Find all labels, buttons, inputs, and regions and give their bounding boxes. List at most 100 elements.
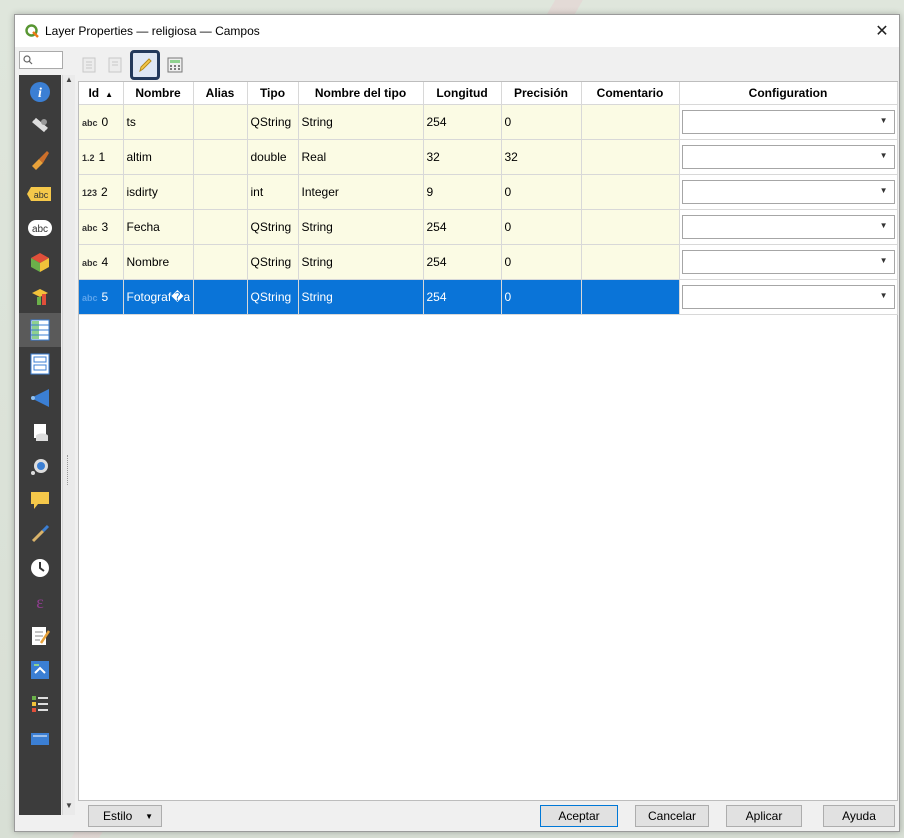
widget-type-combobox[interactable]: ▼ — [681, 110, 895, 134]
cell-name[interactable]: isdirty — [123, 174, 194, 210]
widget-type-combobox[interactable]: ▼ — [681, 180, 895, 204]
scroll-down-icon[interactable]: ▼ — [63, 801, 75, 815]
cell-length[interactable]: 254 — [423, 279, 502, 315]
cell-id[interactable]: 1.2 1 — [79, 139, 124, 175]
cell-comment[interactable] — [581, 279, 680, 315]
table-row[interactable]: abc 4 Nombre QString String 254 0 ▼ — [79, 244, 898, 280]
cell-id[interactable]: abc 3 — [79, 209, 124, 245]
cell-typename[interactable]: String — [298, 279, 424, 315]
cell-length[interactable]: 254 — [423, 244, 502, 280]
new-field-button[interactable] — [78, 54, 100, 76]
cell-id[interactable]: 123 2 — [79, 174, 124, 210]
cell-precision[interactable]: 0 — [501, 104, 582, 140]
sidebar-item-temporal[interactable] — [19, 551, 61, 585]
table-row[interactable]: abc 3 Fecha QString String 254 0 ▼ — [79, 209, 898, 245]
cell-comment[interactable] — [581, 139, 680, 175]
sidebar-item-actions[interactable] — [19, 449, 61, 483]
column-header-name[interactable]: Nombre — [123, 82, 194, 105]
cell-typename[interactable]: Real — [298, 139, 424, 175]
sidebar-item-symbology[interactable] — [19, 143, 61, 177]
column-header-comment[interactable]: Comentario — [581, 82, 680, 105]
cell-comment[interactable] — [581, 174, 680, 210]
cell-alias[interactable] — [193, 279, 248, 315]
table-row[interactable]: abc 0 ts QString String 254 0 ▼ — [79, 104, 898, 140]
close-button[interactable]: ✕ — [865, 15, 899, 47]
sidebar-item-joins[interactable] — [19, 381, 61, 415]
cell-alias[interactable] — [193, 244, 248, 280]
column-header-type[interactable]: Tipo — [247, 82, 299, 105]
cell-alias[interactable] — [193, 139, 248, 175]
cell-name[interactable]: altim — [123, 139, 194, 175]
cell-comment[interactable] — [581, 244, 680, 280]
cell-name[interactable]: Fecha — [123, 209, 194, 245]
sidebar-scrollbar[interactable]: ▲ ▼ — [62, 75, 75, 815]
cell-typename[interactable]: String — [298, 209, 424, 245]
help-button[interactable]: Ayuda — [823, 805, 895, 827]
sidebar-item-3d-view[interactable] — [19, 245, 61, 279]
cell-type[interactable]: QString — [247, 279, 299, 315]
cell-type[interactable]: QString — [247, 209, 299, 245]
cell-type[interactable]: int — [247, 174, 299, 210]
sidebar-item-fields[interactable] — [19, 313, 61, 347]
sidebar-item-legend[interactable] — [19, 687, 61, 721]
cell-precision[interactable]: 0 — [501, 209, 582, 245]
sidebar-item-source[interactable] — [19, 109, 61, 143]
cell-type[interactable]: double — [247, 139, 299, 175]
cell-comment[interactable] — [581, 209, 680, 245]
cell-alias[interactable] — [193, 104, 248, 140]
style-dropdown-button[interactable]: Estilo ▼ — [88, 805, 162, 827]
sidebar-item-diagrams[interactable] — [19, 279, 61, 313]
table-row[interactable]: 1.2 1 altim double Real 32 32 ▼ — [79, 139, 898, 175]
cell-precision[interactable]: 0 — [501, 244, 582, 280]
cell-name[interactable]: Nombre — [123, 244, 194, 280]
column-header-precision[interactable]: Precisión — [501, 82, 582, 105]
column-header-length[interactable]: Longitud — [423, 82, 502, 105]
cell-name[interactable]: Fotograf�a — [123, 279, 194, 315]
cell-id[interactable]: abc 0 — [79, 104, 124, 140]
sidebar-item-dependencies[interactable] — [19, 653, 61, 687]
column-header-alias[interactable]: Alias — [193, 82, 248, 105]
sidebar-item-attributes-form[interactable] — [19, 347, 61, 381]
apply-button[interactable]: Aplicar — [726, 805, 802, 827]
sidebar-item-information[interactable]: i — [19, 75, 61, 109]
field-calculator-button[interactable] — [164, 54, 186, 76]
widget-type-combobox[interactable]: ▼ — [681, 285, 895, 309]
scroll-grip[interactable] — [67, 455, 70, 485]
cell-alias[interactable] — [193, 209, 248, 245]
cell-alias[interactable] — [193, 174, 248, 210]
cell-name[interactable]: ts — [123, 104, 194, 140]
cancel-button[interactable]: Cancelar — [635, 805, 709, 827]
sidebar-search-input[interactable] — [19, 51, 63, 69]
column-header-id[interactable]: Id ▲ — [79, 82, 124, 105]
cell-length[interactable]: 9 — [423, 174, 502, 210]
cell-precision[interactable]: 0 — [501, 279, 582, 315]
scroll-up-icon[interactable]: ▲ — [63, 75, 75, 89]
sidebar-item-labels[interactable]: abc — [19, 177, 61, 211]
sidebar-item-variables[interactable]: ε — [19, 585, 61, 619]
sidebar-item-display[interactable] — [19, 483, 61, 517]
column-header-configuration[interactable]: Configuration — [679, 82, 898, 105]
cell-length[interactable]: 254 — [423, 209, 502, 245]
sidebar-item-metadata[interactable] — [19, 619, 61, 653]
sidebar-item-auxiliary-storage[interactable] — [19, 415, 61, 449]
cell-id[interactable]: abc 5 — [79, 279, 124, 315]
cell-length[interactable]: 32 — [423, 139, 502, 175]
delete-field-button[interactable] — [104, 54, 126, 76]
cell-type[interactable]: QString — [247, 104, 299, 140]
sidebar-item-server[interactable] — [19, 721, 61, 755]
cell-typename[interactable]: Integer — [298, 174, 424, 210]
cell-type[interactable]: QString — [247, 244, 299, 280]
table-row-selected[interactable]: abc 5 Fotograf�a QString String 254 0 ▼ — [79, 279, 898, 315]
accept-button[interactable]: Aceptar — [540, 805, 618, 827]
cell-length[interactable]: 254 — [423, 104, 502, 140]
cell-comment[interactable] — [581, 104, 680, 140]
cell-typename[interactable]: String — [298, 244, 424, 280]
toggle-editing-button[interactable] — [130, 50, 160, 80]
widget-type-combobox[interactable]: ▼ — [681, 215, 895, 239]
cell-precision[interactable]: 32 — [501, 139, 582, 175]
column-header-typename[interactable]: Nombre del tipo — [298, 82, 424, 105]
cell-typename[interactable]: String — [298, 104, 424, 140]
widget-type-combobox[interactable]: ▼ — [681, 250, 895, 274]
sidebar-item-rendering[interactable] — [19, 517, 61, 551]
cell-id[interactable]: abc 4 — [79, 244, 124, 280]
